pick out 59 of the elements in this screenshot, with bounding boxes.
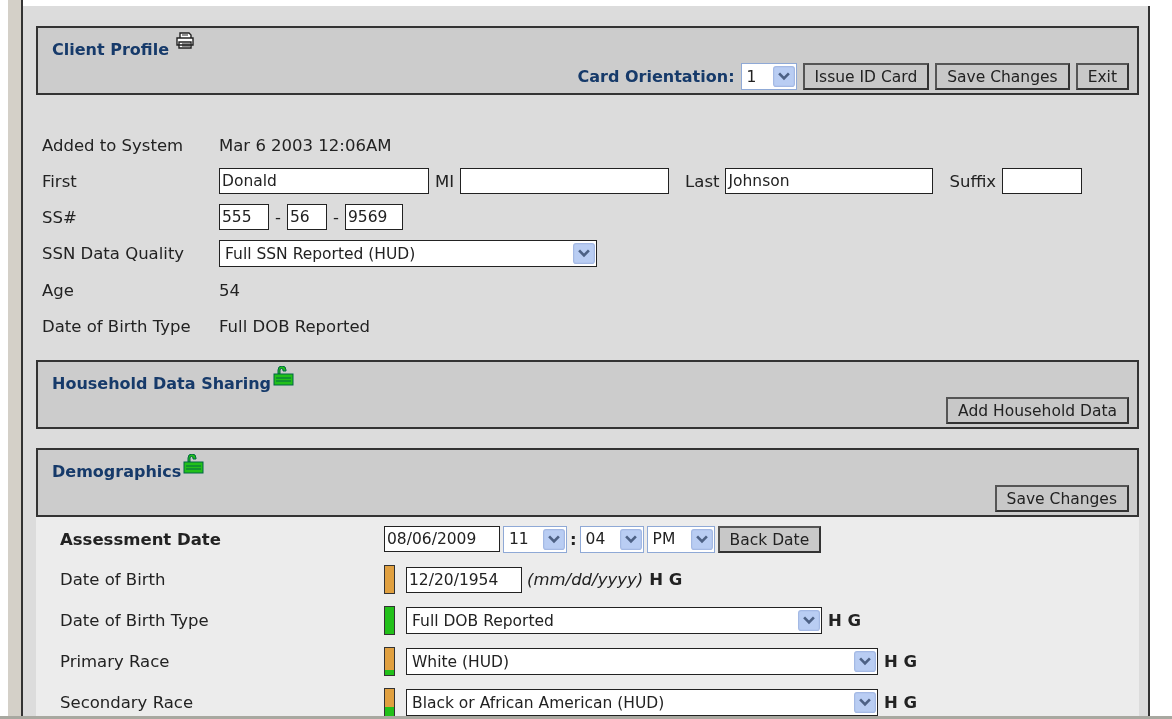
- section-title: Client Profile: [52, 40, 169, 59]
- add-household-button[interactable]: Add Household Data: [946, 397, 1129, 424]
- section-title: Household Data Sharing: [52, 374, 272, 393]
- field-label: SS#: [42, 207, 78, 227]
- dropdown[interactable]: Full DOB Reported: [406, 607, 822, 634]
- field-label: Added to System: [42, 135, 185, 155]
- save-button[interactable]: Save Changes: [994, 485, 1129, 512]
- printer-icon[interactable]: [175, 32, 195, 49]
- ampm-dropdown[interactable]: PM: [646, 525, 715, 553]
- hour-dropdown[interactable]: 11: [503, 525, 567, 553]
- flag-text: H G: [649, 570, 683, 589]
- field-label: Date of Birth: [60, 570, 167, 589]
- field-label: Date of Birth Type: [42, 316, 192, 336]
- status-indicator: [384, 688, 395, 716]
- field-label: Age: [42, 280, 75, 300]
- flag-text: H G: [828, 611, 862, 630]
- padlock-icon[interactable]: [183, 454, 205, 474]
- field-value: Mar 6 2003 12:06AM: [219, 135, 392, 155]
- button[interactable]: Issue ID Card: [802, 63, 930, 90]
- status-indicator: [384, 565, 395, 594]
- orientation-dropdown[interactable]: 1: [740, 63, 797, 90]
- ssn-quality-dropdown[interactable]: Full SSN Reported (HUD): [219, 240, 597, 267]
- dropdown[interactable]: Black or African American (HUD): [406, 689, 878, 716]
- flag-text: H G: [884, 652, 918, 671]
- separator-text: -: [332, 207, 339, 227]
- format-hint: (mm/dd/yyyy): [527, 570, 644, 589]
- button[interactable]: Exit: [1075, 63, 1129, 90]
- field-value: 54: [219, 280, 240, 300]
- status-indicator: [384, 606, 395, 635]
- date-field[interactable]: 12/20/1954: [406, 566, 522, 593]
- flag-text: H G: [884, 693, 918, 712]
- field-label: SSN Data Quality: [42, 244, 186, 263]
- middle-initial-field[interactable]: [460, 168, 670, 194]
- suffix-field[interactable]: [1002, 168, 1083, 194]
- separator-text: -: [275, 207, 281, 227]
- field-label: Assessment Date: [60, 529, 222, 549]
- field-value: Full DOB Reported: [219, 316, 371, 336]
- field-label: Card Orientation:: [577, 67, 735, 86]
- field-label: Primary Race: [60, 652, 171, 671]
- separator-text: :: [570, 529, 577, 549]
- back-date-button[interactable]: Back Date: [717, 525, 822, 553]
- field-label: First: [42, 171, 78, 191]
- padlock-icon[interactable]: [273, 366, 295, 386]
- field-label: Last: [685, 171, 720, 191]
- ssn-field[interactable]: 555: [219, 204, 269, 230]
- last-name-field[interactable]: Johnson: [725, 168, 934, 194]
- ssn-field[interactable]: 56: [286, 204, 327, 230]
- date-field[interactable]: 08/06/2009: [384, 526, 500, 552]
- field-label: Date of Birth Type: [60, 611, 210, 630]
- button[interactable]: Save Changes: [935, 63, 1070, 90]
- first-name-field[interactable]: Donald: [219, 168, 429, 194]
- ssn-field[interactable]: 9569: [344, 204, 403, 230]
- minute-dropdown[interactable]: 04: [579, 525, 644, 553]
- field-label: MI: [435, 171, 455, 191]
- status-indicator: [384, 647, 395, 676]
- field-label: Suffix: [949, 171, 997, 191]
- field-label: Secondary Race: [60, 693, 195, 712]
- dropdown[interactable]: White (HUD): [406, 648, 878, 675]
- section-title: Demographics: [52, 462, 182, 481]
